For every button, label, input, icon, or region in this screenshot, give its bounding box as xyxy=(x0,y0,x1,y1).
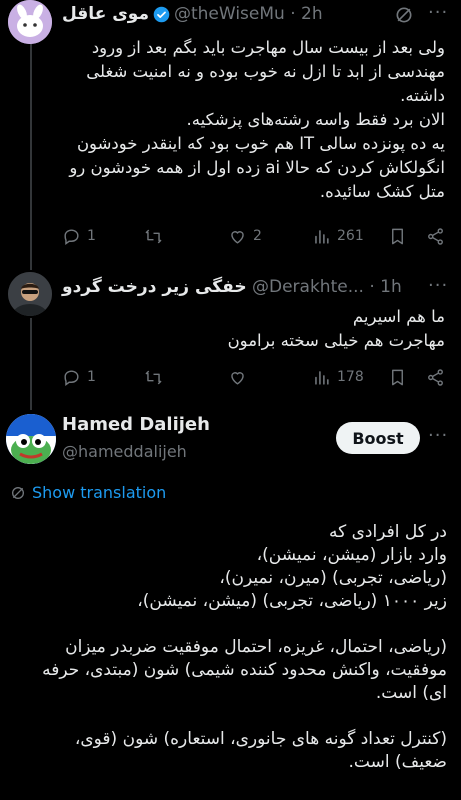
tweet-line: موفقیت، واکنش محدود کننده شیمی) شون (مبت… xyxy=(42,660,447,680)
grok-icon[interactable] xyxy=(394,5,414,29)
tweet-line: انگولکاش کردن که حالا ai زده اول از همه … xyxy=(69,158,445,177)
tweet-line xyxy=(20,705,447,728)
tweet-line: مهاجرت هم خیلی سخته برامون xyxy=(227,331,445,350)
reply-count: 1 xyxy=(87,369,96,385)
heart-icon xyxy=(231,371,244,385)
tweet-line: داشته. xyxy=(400,86,445,105)
tweet-body: در کل افرادی که وارد بازار (میشن، نمیشن)… xyxy=(20,521,447,774)
share-icon xyxy=(428,227,443,245)
verified-icon xyxy=(153,6,170,23)
share-button[interactable] xyxy=(426,227,445,246)
grok-icon xyxy=(12,486,24,499)
retweet-button[interactable] xyxy=(144,227,163,246)
reply-count: 1 xyxy=(87,228,96,244)
bookmark-button[interactable] xyxy=(388,368,407,387)
view-count: 178 xyxy=(337,369,364,385)
tweet-line: الان برد فقط واسه رشته‌های پزشکیه. xyxy=(186,110,445,129)
display-name[interactable]: موی عاقل xyxy=(62,4,149,24)
tweet-line: (کنترل تعداد گونه های جانوری، استعاره) ش… xyxy=(74,729,447,749)
tweet-body: ولی بعد از بیست سال مهاجرت باید بگم بعد … xyxy=(60,36,445,204)
bookmark-button[interactable] xyxy=(388,227,407,246)
tweet-line: زیر ۱۰۰۰ (ریاضی، تجربی) (میشن، نمیشن)، xyxy=(137,591,447,611)
view-count: 261 xyxy=(337,228,364,244)
retweet-icon xyxy=(145,370,162,384)
more-icon[interactable]: ··· xyxy=(428,2,448,23)
action-bar: 1 178 xyxy=(60,365,447,389)
avatar[interactable] xyxy=(6,414,56,464)
tweet-line: ای) است. xyxy=(375,683,447,703)
share-button[interactable] xyxy=(426,368,445,387)
show-translation-link[interactable]: Show translation xyxy=(10,483,166,502)
display-name[interactable]: Hamed Dalijeh xyxy=(62,414,210,435)
tweet-line xyxy=(20,613,447,636)
show-translation-label[interactable]: Show translation xyxy=(32,483,166,502)
reply-button[interactable]: 1 xyxy=(62,227,96,246)
tweet-line: ضعیف) است. xyxy=(348,752,447,772)
handle[interactable]: @hameddalijeh xyxy=(62,442,187,461)
thread-line xyxy=(30,318,32,410)
more-icon[interactable]: ··· xyxy=(428,425,448,446)
handle[interactable]: @Derakhte... xyxy=(252,277,364,297)
tweet-line: ما هم اسیریم xyxy=(352,307,445,326)
tweet-line: در کل افرادی که xyxy=(329,522,447,542)
tweet-line: ولی بعد از بیست سال مهاجرت باید بگم بعد … xyxy=(91,38,445,57)
more-icon[interactable]: ··· xyxy=(428,275,448,296)
display-name[interactable]: خفگی زیر درخت گردو xyxy=(62,277,247,297)
timestamp[interactable]: 1h xyxy=(380,277,402,297)
bookmark-icon xyxy=(392,369,403,385)
retweet-icon xyxy=(145,229,162,243)
reply-button[interactable]: 1 xyxy=(62,368,96,387)
tweet-line: مهندسی از ابد تا ازل نه خوب بوده و نه ام… xyxy=(86,62,445,81)
tweet-line: متل کشک سائیده. xyxy=(319,182,445,201)
boost-button[interactable]: Boost xyxy=(336,422,420,454)
tweet-body: ما هم اسیریم مهاجرت هم خیلی سخته برامون xyxy=(60,305,445,353)
separator-dot: · xyxy=(363,277,381,297)
avatar[interactable] xyxy=(8,0,52,44)
bookmark-icon xyxy=(392,228,403,244)
like-button[interactable] xyxy=(228,368,247,387)
heart-icon xyxy=(231,230,244,244)
share-icon xyxy=(428,368,443,386)
tweet-line: یه ده پونزده سالی IT هم خوب بود که اینقد… xyxy=(76,134,445,153)
tweet-line: (ریاضی، تجربی) (میرن، نمیرن)، xyxy=(219,568,447,588)
views-button[interactable]: 261 xyxy=(312,227,364,246)
tweet-line: (ریاضی، احتمال، غریزه، احتمال موفقیت ضرب… xyxy=(65,637,447,657)
like-count: 2 xyxy=(253,228,262,244)
reply-icon xyxy=(64,369,79,386)
reply-icon xyxy=(64,228,79,245)
tweet-header: خفگی زیر درخت گردو @Derakhte... · 1h xyxy=(62,277,402,297)
handle[interactable]: @theWiseMu xyxy=(174,4,285,24)
like-button[interactable]: 2 xyxy=(228,227,262,246)
action-bar: 1 2 261 xyxy=(60,224,447,248)
views-icon xyxy=(315,370,329,385)
thread-line xyxy=(30,44,32,270)
timestamp[interactable]: 2h xyxy=(301,4,323,24)
tweet-header: موی عاقل @theWiseMu · 2h xyxy=(62,4,323,24)
views-icon xyxy=(315,229,329,244)
retweet-button[interactable] xyxy=(144,368,163,387)
tweet-line: وارد بازار (میشن، نمیشن)، xyxy=(256,545,447,565)
separator-dot: · xyxy=(284,4,302,24)
avatar[interactable] xyxy=(8,272,52,316)
views-button[interactable]: 178 xyxy=(312,368,364,387)
